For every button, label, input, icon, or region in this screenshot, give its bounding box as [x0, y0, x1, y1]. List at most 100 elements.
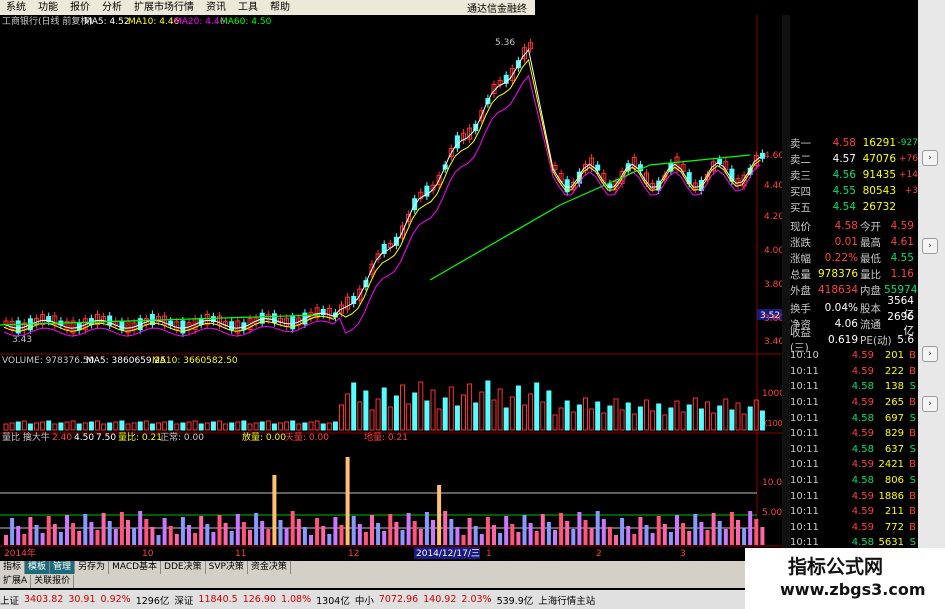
- indicator-bar: [260, 521, 265, 545]
- status-item: 126.90: [242, 594, 276, 605]
- tick-row: 10:11 4.59 1886 B: [790, 488, 918, 504]
- volume-bar: [546, 390, 552, 431]
- tick-volume: 1886: [878, 490, 904, 502]
- indicator-bar: [34, 525, 39, 545]
- volume-label: VOLUME: 978376.50: [2, 356, 95, 366]
- order-price: 4.56: [832, 169, 856, 181]
- tick-side: S: [909, 443, 916, 455]
- indicator-bar: [687, 531, 692, 545]
- volume-bar: [271, 423, 277, 431]
- menu-function[interactable]: 功能: [32, 0, 64, 15]
- stat-value: 0.04%: [824, 302, 858, 314]
- stat-value: 4.59: [890, 220, 914, 232]
- kline-chart[interactable]: 工商银行(日线 前复权) MA5: 4.52 MA10: 4.46 MA20: …: [0, 15, 790, 561]
- stat-value: 5.6: [897, 334, 914, 346]
- menu-tools[interactable]: 工具: [232, 0, 264, 15]
- menu-help[interactable]: 帮助: [264, 0, 296, 15]
- stat-label: 总量: [790, 268, 811, 281]
- quote-stats: 现价 4.58 今开 4.59 涨跌 0.01 最高 4.61 涨幅 0.22% 最低 4.55 总量 9…: [790, 218, 924, 298]
- volume-bar: [149, 423, 155, 431]
- order-volume: 47076: [862, 153, 896, 165]
- indicator-bar: [492, 525, 496, 545]
- lower-indicator-name: 量比 擒大牛: [2, 431, 50, 443]
- tick-time: 10:11: [790, 428, 819, 440]
- indicator-bar: [479, 534, 484, 545]
- indicator-bar: [284, 528, 289, 545]
- tick-side: B: [909, 428, 916, 440]
- tab-dde[interactable]: DDE决策: [161, 561, 206, 574]
- toolbar-button[interactable]: ›: [922, 150, 938, 166]
- volume-bar: [137, 421, 143, 431]
- indicator-bar: [156, 535, 161, 545]
- tab-indicator[interactable]: 指标: [0, 561, 26, 574]
- tick-row: 10:11 4.58 806 S: [790, 473, 918, 489]
- tick-row: 10:11 4.59 265 B: [790, 395, 918, 411]
- menu-analysis[interactable]: 分析: [96, 0, 128, 15]
- volume-bar: [393, 395, 399, 431]
- tick-price: 4.59: [851, 506, 874, 518]
- menu-bar: 系统 功能 报价 分析 扩展市场行情 资讯 工具 帮助 通达信金融终: [0, 0, 535, 15]
- indicator-bar: [382, 531, 387, 545]
- order-book-row[interactable]: 买四 4.55 80543 +3: [790, 183, 918, 199]
- menu-quote[interactable]: 报价: [64, 0, 96, 15]
- tick-price: 4.59: [851, 490, 874, 502]
- tick-price: 4.59: [851, 521, 874, 533]
- volume-bar: [363, 390, 369, 431]
- toolbar-button[interactable]: ›: [922, 238, 938, 254]
- volume-bar: [625, 402, 631, 431]
- high-price-label: 5.36: [495, 38, 515, 48]
- indicator-bar: [241, 522, 246, 545]
- lower-v7: 天量: 0.00: [285, 432, 329, 443]
- indicator-bar: [235, 514, 240, 545]
- tick-time: 10:11: [790, 381, 819, 393]
- order-book-row[interactable]: 买五 4.54 26732: [790, 199, 918, 215]
- indicator-bar: [736, 520, 740, 545]
- tick-time: 10:11: [790, 521, 819, 533]
- tick-row: 10:11 4.58 138 S: [790, 379, 918, 395]
- indicator-bar: [309, 535, 313, 545]
- status-item: 30.91: [68, 594, 96, 605]
- tick-time: 10:11: [790, 412, 819, 424]
- tick-time: 10:11: [790, 506, 819, 518]
- order-book-row[interactable]: 卖一 4.58 16291 -927: [790, 135, 918, 151]
- menu-extended-market[interactable]: 扩展市场行情: [128, 0, 200, 15]
- tab-svp[interactable]: SVP决策: [206, 561, 248, 574]
- volume-bar: [180, 422, 186, 431]
- order-book-row[interactable]: 卖二 4.57 47076 +76: [790, 151, 918, 167]
- volume-bar: [503, 407, 509, 431]
- tab-save-as[interactable]: 另存为: [75, 561, 110, 574]
- stat-label: 内盘: [860, 284, 881, 297]
- indicator-bar: [333, 517, 338, 545]
- indicator-bar: [107, 521, 112, 545]
- tab-extended-a[interactable]: 扩展A: [0, 574, 32, 588]
- order-price: 4.54: [832, 201, 856, 213]
- stat-row: 总量 978376 量比 1.16: [790, 266, 918, 282]
- menu-info[interactable]: 资讯: [200, 0, 232, 15]
- tick-time: 10:11: [790, 443, 819, 455]
- tab-manage[interactable]: 管理: [50, 561, 76, 574]
- watermark-url: www.zbgs3.com: [780, 580, 926, 599]
- tab-template[interactable]: 模板: [25, 561, 51, 574]
- order-book-row[interactable]: 卖三 4.56 91435 +14: [790, 167, 918, 183]
- indicator-bar: [138, 511, 143, 545]
- indicator-bar: [614, 535, 618, 545]
- volume-bar: [424, 400, 430, 431]
- tick-price: 4.59: [851, 397, 874, 409]
- menu-system[interactable]: 系统: [0, 0, 32, 15]
- order-volume: 91435: [862, 169, 896, 181]
- stat-label: 股本: [860, 302, 881, 315]
- tick-time: 10:10: [790, 350, 819, 362]
- chart-scrollbar[interactable]: [782, 15, 790, 561]
- stat-row: 收益(三) 0.619 PE(动) 5.6: [790, 327, 918, 354]
- indicator-bar: [461, 535, 466, 545]
- toolbar-button[interactable]: ›: [922, 346, 938, 362]
- indicator-bar: [449, 519, 454, 545]
- tick-volume: 829: [884, 428, 904, 440]
- tick-volume: 772: [884, 521, 904, 533]
- stat-value: 0.22%: [824, 252, 858, 264]
- tab-macd[interactable]: MACD基本: [109, 561, 162, 574]
- tab-related-quote[interactable]: 关联报价: [31, 574, 75, 588]
- tab-capital[interactable]: 资金决策: [248, 561, 291, 574]
- tick-volume: 201: [884, 350, 904, 362]
- toolbar-button[interactable]: ›: [922, 396, 938, 412]
